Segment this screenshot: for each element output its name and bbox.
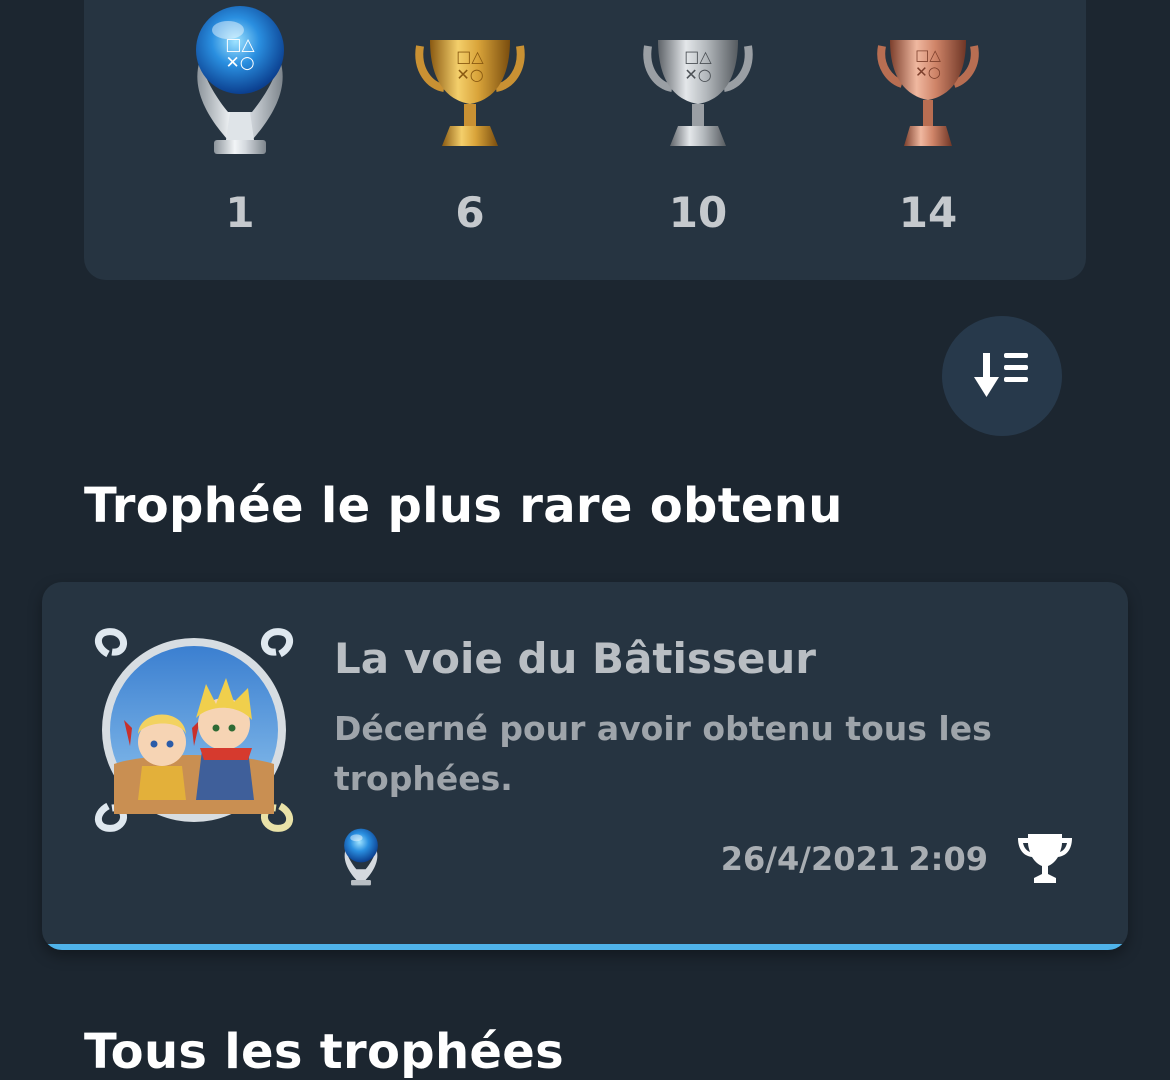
rarest-trophy-description: Décerné pour avoir obtenu tous les troph…: [334, 709, 992, 798]
silver-trophy-icon: □△ ✕○: [643, 40, 753, 146]
rarest-trophy-name: La voie du Bâtisseur: [334, 634, 816, 683]
svg-text:✕○: ✕○: [456, 65, 483, 84]
sort-button[interactable]: [942, 316, 1062, 436]
gold-count: 6: [455, 188, 485, 237]
platinum-count: 1: [225, 188, 255, 237]
rarest-trophy-heading: Trophée le plus rare obtenu: [84, 478, 843, 534]
sort-descending-icon: [974, 353, 1028, 397]
card-accent-bar: [42, 944, 1128, 950]
gold-trophy-icon: □△ ✕○: [415, 40, 525, 146]
svg-text:□△: □△: [456, 47, 484, 66]
svg-text:✕○: ✕○: [684, 65, 711, 84]
trophy-earned-icon: [1018, 834, 1072, 883]
rarest-trophy-card[interactable]: La voie du Bâtisseur Décerné pour avoir …: [42, 582, 1128, 950]
trophy-summary-card: □△ ✕○ 1 □△ ✕○ 6 □△ ✕○ 10 □△ ✕○ 14: [84, 0, 1086, 280]
trophy-artwork-icon: [95, 628, 293, 832]
earned-date: 26/4/2021: [720, 840, 900, 878]
platinum-trophy-icon: [344, 828, 378, 886]
platinum-trophy-icon: □△ ✕○: [196, 6, 284, 154]
bronze-count: 14: [898, 188, 958, 237]
earned-time: 2:09: [908, 840, 988, 878]
svg-text:✕○: ✕○: [915, 63, 941, 81]
svg-text:□△: □△: [684, 47, 712, 66]
bronze-trophy-icon: □△ ✕○: [877, 40, 979, 146]
svg-text:✕○: ✕○: [225, 53, 254, 73]
silver-count: 10: [668, 188, 728, 237]
svg-text:□△: □△: [915, 46, 941, 64]
svg-text:□△: □△: [225, 35, 255, 55]
all-trophies-heading: Tous les trophées: [84, 1024, 564, 1080]
